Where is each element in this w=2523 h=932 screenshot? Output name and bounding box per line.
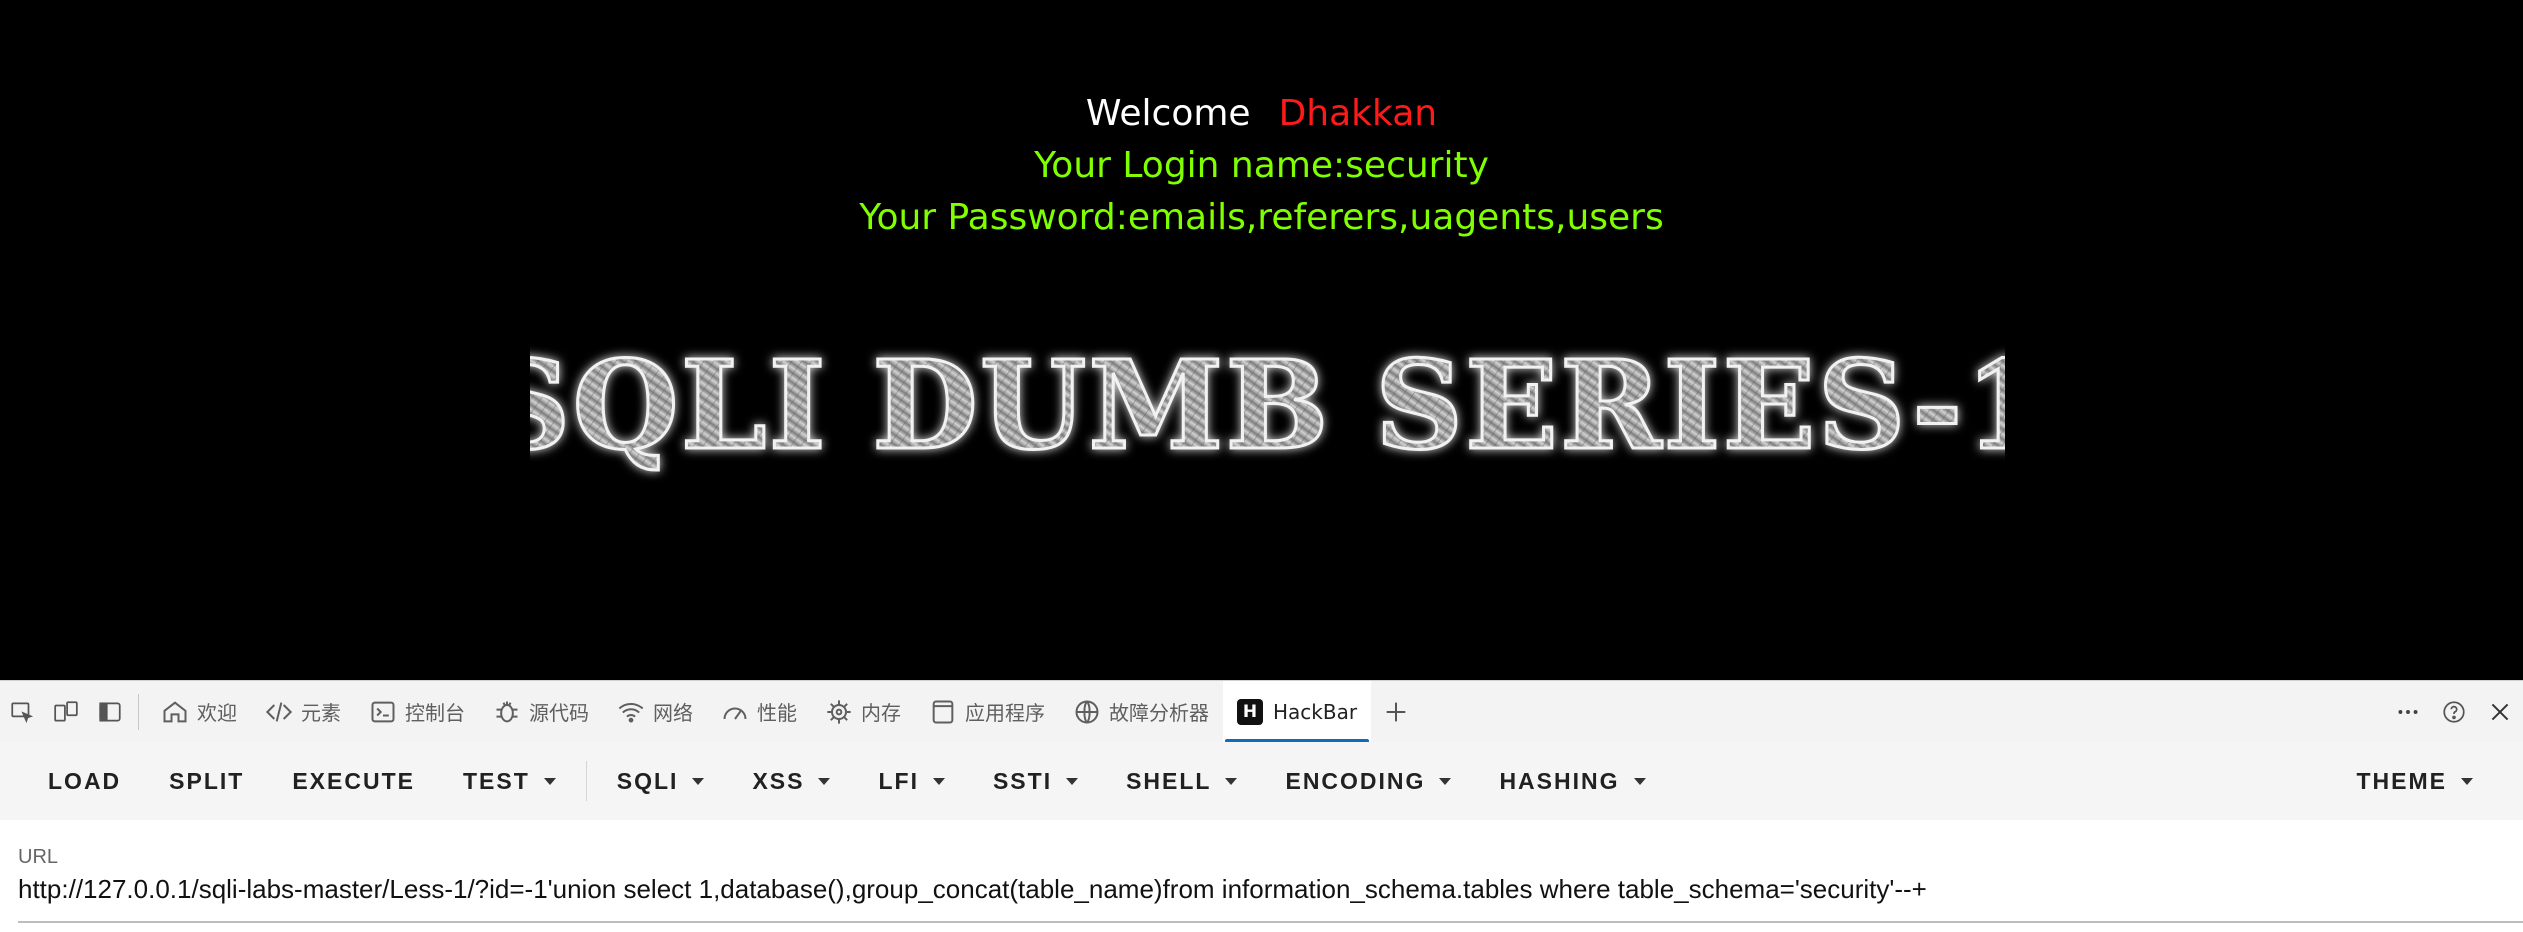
inspect-element-icon[interactable] — [0, 681, 44, 743]
more-icon — [2398, 709, 2418, 714]
shell-menu-label: SHELL — [1126, 767, 1212, 794]
banner-text: SQLI DUMB SERIES-1 — [530, 333, 2005, 477]
toolbar-divider — [585, 761, 587, 801]
window-icon — [932, 700, 954, 723]
xss-menu-label: XSS — [752, 767, 805, 794]
globe-icon — [1075, 700, 1099, 723]
theme-menu-label: THEME — [2356, 767, 2447, 794]
welcome-username: Dhakkan — [1278, 93, 1438, 134]
tab-memory[interactable]: 内存 — [811, 681, 915, 743]
load-button[interactable]: LOAD — [24, 742, 145, 820]
page-viewport: Welcome Dhakkan Your Login name:security … — [0, 0, 2523, 680]
tab-label: 性能 — [757, 701, 797, 725]
caret-down-icon — [543, 777, 556, 785]
code-icon — [265, 701, 293, 722]
home-icon — [163, 700, 187, 722]
hackbar-toolbar: LOAD SPLIT EXECUTE TEST SQLI XSS LFI SST… — [0, 742, 2523, 820]
toolbar-divider — [138, 693, 139, 730]
series-banner-graphic: SQLI DUMB SERIES-1 — [530, 332, 2005, 479]
more-options-button[interactable] — [2385, 681, 2431, 743]
caret-down-icon — [1439, 777, 1452, 785]
test-menu-label: TEST — [462, 767, 530, 794]
tab-label: 欢迎 — [197, 701, 237, 725]
tab-welcome[interactable]: 欢迎 — [147, 681, 251, 743]
hashing-menu-button[interactable]: HASHING — [1475, 742, 1669, 820]
ssti-menu-button[interactable]: SSTI — [969, 742, 1102, 820]
caret-down-icon — [692, 777, 705, 785]
welcome-line: Welcome Dhakkan — [0, 88, 2523, 140]
shell-menu-button[interactable]: SHELL — [1102, 742, 1261, 820]
theme-menu-button[interactable]: THEME — [2333, 742, 2498, 820]
encoding-menu-label: ENCODING — [1285, 767, 1426, 794]
tab-label: 控制台 — [405, 701, 465, 725]
tab-console[interactable]: 控制台 — [355, 681, 479, 743]
caret-down-icon — [1633, 777, 1646, 785]
help-icon — [2443, 700, 2465, 723]
lfi-menu-label: LFI — [878, 767, 919, 794]
chip-icon — [827, 699, 851, 724]
tab-sources[interactable]: 源代码 — [479, 681, 603, 743]
caret-down-icon — [1066, 777, 1079, 785]
lfi-menu-button[interactable]: LFI — [854, 742, 969, 820]
tab-label: 应用程序 — [965, 701, 1045, 725]
execute-button[interactable]: EXECUTE — [268, 742, 439, 820]
help-button[interactable] — [2431, 681, 2477, 743]
wifi-icon — [618, 702, 644, 723]
caret-down-icon — [2461, 777, 2473, 785]
split-button[interactable]: SPLIT — [145, 742, 268, 820]
console-icon — [371, 701, 395, 722]
test-menu-button[interactable]: TEST — [439, 742, 580, 820]
split-button-label: SPLIT — [169, 767, 245, 794]
devtools-right-controls — [2385, 681, 2523, 743]
series-banner: SQLI DUMB SERIES-1 — [530, 330, 2005, 490]
tab-application[interactable]: 应用程序 — [915, 681, 1059, 743]
device-emulation-icon[interactable] — [44, 681, 88, 743]
tab-performance[interactable]: 性能 — [707, 681, 811, 743]
tab-network[interactable]: 网络 — [603, 681, 707, 743]
caret-down-icon — [932, 777, 945, 785]
xss-menu-button[interactable]: XSS — [728, 742, 854, 820]
close-devtools-button[interactable] — [2477, 681, 2523, 743]
sqli-menu-button[interactable]: SQLI — [593, 742, 729, 820]
tab-label: 源代码 — [529, 701, 589, 725]
login-name-line: Your Login name:security — [1034, 145, 1489, 186]
tab-crash-analyzer[interactable]: 故障分析器 — [1059, 681, 1223, 743]
hashing-menu-label: HASHING — [1499, 767, 1620, 794]
tab-hackbar[interactable]: H HackBar — [1223, 680, 1372, 743]
password-line: Your Password:emails,referers,uagents,us… — [859, 197, 1664, 238]
tab-label: 内存 — [861, 701, 901, 725]
dock-sidebar-icon[interactable] — [88, 681, 132, 743]
url-label: URL — [18, 846, 59, 868]
caret-down-icon — [818, 777, 831, 785]
gauge-icon — [723, 707, 747, 720]
add-tab-button[interactable] — [1371, 681, 1421, 743]
encoding-menu-button[interactable]: ENCODING — [1261, 742, 1475, 820]
tab-label: 故障分析器 — [1109, 701, 1209, 725]
plus-icon — [1386, 702, 1406, 721]
hackbar-icon: H — [1237, 698, 1263, 725]
execute-button-label: EXECUTE — [292, 767, 415, 794]
devtools-tab-bar: 欢迎 元素 控制台 源代码 网络 性能 内存 应用程序 故障分析器 H Hack… — [0, 680, 2523, 743]
bug-icon — [496, 701, 518, 722]
welcome-block: Welcome Dhakkan Your Login name:security … — [0, 88, 2523, 244]
url-input-underline — [18, 921, 2523, 923]
tab-label: 网络 — [653, 701, 693, 725]
url-input[interactable]: http://127.0.0.1/sqli-labs-master/Less-1… — [18, 874, 1927, 905]
url-field-container: URL http://127.0.0.1/sqli-labs-master/Le… — [0, 820, 2523, 932]
welcome-word: Welcome — [1085, 93, 1251, 134]
tab-elements[interactable]: 元素 — [251, 681, 355, 743]
load-button-label: LOAD — [48, 767, 122, 794]
sqli-menu-label: SQLI — [616, 767, 679, 794]
ssti-menu-label: SSTI — [992, 767, 1053, 794]
tab-label: HackBar — [1273, 699, 1358, 724]
caret-down-icon — [1225, 777, 1238, 785]
close-icon — [2491, 703, 2509, 720]
tab-label: 元素 — [301, 701, 341, 725]
